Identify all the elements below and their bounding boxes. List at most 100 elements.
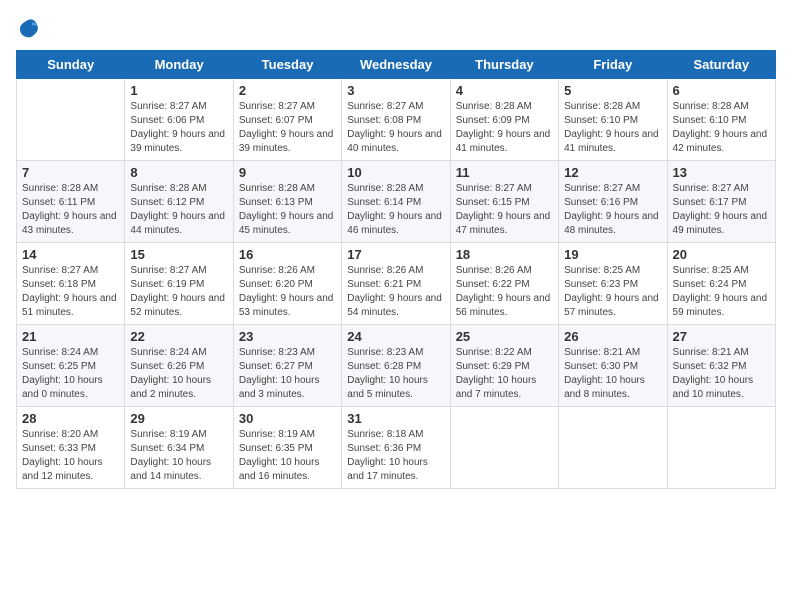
calendar-cell: 26 Sunrise: 8:21 AMSunset: 6:30 PMDayligh…: [559, 325, 667, 407]
calendar-cell: 11 Sunrise: 8:27 AMSunset: 6:15 PMDayligh…: [450, 161, 558, 243]
calendar-cell: 30 Sunrise: 8:19 AMSunset: 6:35 PMDayligh…: [233, 407, 341, 489]
day-info: Sunrise: 8:28 AMSunset: 6:14 PMDaylight:…: [347, 182, 444, 238]
day-number: 20: [673, 247, 770, 262]
day-info: Sunrise: 8:21 AMSunset: 6:30 PMDaylight:…: [564, 346, 661, 402]
day-info: Sunrise: 8:28 AMSunset: 6:10 PMDaylight:…: [564, 100, 661, 156]
day-info: Sunrise: 8:25 AMSunset: 6:24 PMDaylight:…: [673, 264, 770, 320]
day-number: 16: [239, 247, 336, 262]
day-info: Sunrise: 8:27 AMSunset: 6:07 PMDaylight:…: [239, 100, 336, 156]
col-header-saturday: Saturday: [667, 51, 775, 79]
day-number: 5: [564, 83, 661, 98]
day-number: 8: [130, 165, 227, 180]
day-number: 13: [673, 165, 770, 180]
col-header-tuesday: Tuesday: [233, 51, 341, 79]
calendar-cell: 17 Sunrise: 8:26 AMSunset: 6:21 PMDayligh…: [342, 243, 450, 325]
day-number: 30: [239, 411, 336, 426]
page-header: [16, 16, 776, 40]
day-number: 2: [239, 83, 336, 98]
calendar-cell: 6Sunrise: 8:28 AMSunset: 6:10 PMDaylight…: [667, 79, 775, 161]
calendar-cell: 1Sunrise: 8:27 AMSunset: 6:06 PMDaylight…: [125, 79, 233, 161]
day-number: 10: [347, 165, 444, 180]
calendar-cell: 15 Sunrise: 8:27 AMSunset: 6:19 PMDayligh…: [125, 243, 233, 325]
day-number: 29: [130, 411, 227, 426]
day-info: Sunrise: 8:26 AMSunset: 6:21 PMDaylight:…: [347, 264, 444, 320]
day-info: Sunrise: 8:28 AMSunset: 6:13 PMDaylight:…: [239, 182, 336, 238]
day-info: Sunrise: 8:18 AMSunset: 6:36 PMDaylight:…: [347, 428, 444, 484]
calendar-cell: 29 Sunrise: 8:19 AMSunset: 6:34 PMDayligh…: [125, 407, 233, 489]
calendar-cell: 14 Sunrise: 8:27 AMSunset: 6:18 PMDayligh…: [17, 243, 125, 325]
day-number: 1: [130, 83, 227, 98]
calendar-cell: 16 Sunrise: 8:26 AMSunset: 6:20 PMDayligh…: [233, 243, 341, 325]
calendar-cell: 23Sunrise: 8:23 AMSunset: 6:27 PMDayligh…: [233, 325, 341, 407]
day-info: Sunrise: 8:28 AMSunset: 6:10 PMDaylight:…: [673, 100, 770, 156]
day-info: Sunrise: 8:27 AMSunset: 6:16 PMDaylight:…: [564, 182, 661, 238]
calendar-cell: [17, 79, 125, 161]
calendar-week-row: 7Sunrise: 8:28 AMSunset: 6:11 PMDaylight…: [17, 161, 776, 243]
calendar-cell: 21 Sunrise: 8:24 AMSunset: 6:25 PMDayligh…: [17, 325, 125, 407]
day-number: 26: [564, 329, 661, 344]
day-info: Sunrise: 8:20 AMSunset: 6:33 PMDaylight:…: [22, 428, 119, 484]
calendar-cell: 20 Sunrise: 8:25 AMSunset: 6:24 PMDayligh…: [667, 243, 775, 325]
day-number: 28: [22, 411, 119, 426]
calendar-cell: 12Sunrise: 8:27 AMSunset: 6:16 PMDayligh…: [559, 161, 667, 243]
calendar-cell: 3 Sunrise: 8:27 AMSunset: 6:08 PMDaylight…: [342, 79, 450, 161]
calendar-week-row: 1Sunrise: 8:27 AMSunset: 6:06 PMDaylight…: [17, 79, 776, 161]
day-info: Sunrise: 8:27 AMSunset: 6:18 PMDaylight:…: [22, 264, 119, 320]
day-number: 17: [347, 247, 444, 262]
calendar-cell: 19 Sunrise: 8:25 AMSunset: 6:23 PMDayligh…: [559, 243, 667, 325]
calendar-week-row: 14 Sunrise: 8:27 AMSunset: 6:18 PMDayligh…: [17, 243, 776, 325]
day-number: 31: [347, 411, 444, 426]
calendar-cell: 2 Sunrise: 8:27 AMSunset: 6:07 PMDaylight…: [233, 79, 341, 161]
calendar-cell: 24Sunrise: 8:23 AMSunset: 6:28 PMDayligh…: [342, 325, 450, 407]
logo-icon: [16, 16, 40, 40]
calendar-cell: 10 Sunrise: 8:28 AMSunset: 6:14 PMDayligh…: [342, 161, 450, 243]
day-info: Sunrise: 8:19 AMSunset: 6:35 PMDaylight:…: [239, 428, 336, 484]
calendar-cell: [559, 407, 667, 489]
day-number: 25: [456, 329, 553, 344]
day-info: Sunrise: 8:27 AMSunset: 6:15 PMDaylight:…: [456, 182, 553, 238]
day-number: 9: [239, 165, 336, 180]
calendar-cell: 28 Sunrise: 8:20 AMSunset: 6:33 PMDayligh…: [17, 407, 125, 489]
calendar-week-row: 28 Sunrise: 8:20 AMSunset: 6:33 PMDayligh…: [17, 407, 776, 489]
col-header-monday: Monday: [125, 51, 233, 79]
day-number: 11: [456, 165, 553, 180]
calendar-cell: 27Sunrise: 8:21 AMSunset: 6:32 PMDayligh…: [667, 325, 775, 407]
day-info: Sunrise: 8:27 AMSunset: 6:19 PMDaylight:…: [130, 264, 227, 320]
day-info: Sunrise: 8:28 AMSunset: 6:11 PMDaylight:…: [22, 182, 119, 238]
day-info: Sunrise: 8:28 AMSunset: 6:12 PMDaylight:…: [130, 182, 227, 238]
calendar-header-row: SundayMondayTuesdayWednesdayThursdayFrid…: [17, 51, 776, 79]
day-info: Sunrise: 8:23 AMSunset: 6:27 PMDaylight:…: [239, 346, 336, 402]
day-info: Sunrise: 8:28 AMSunset: 6:09 PMDaylight:…: [456, 100, 553, 156]
day-info: Sunrise: 8:26 AMSunset: 6:22 PMDaylight:…: [456, 264, 553, 320]
calendar-cell: 18 Sunrise: 8:26 AMSunset: 6:22 PMDayligh…: [450, 243, 558, 325]
calendar-cell: [667, 407, 775, 489]
day-info: Sunrise: 8:27 AMSunset: 6:17 PMDaylight:…: [673, 182, 770, 238]
day-info: Sunrise: 8:27 AMSunset: 6:08 PMDaylight:…: [347, 100, 444, 156]
col-header-wednesday: Wednesday: [342, 51, 450, 79]
calendar-cell: 13 Sunrise: 8:27 AMSunset: 6:17 PMDayligh…: [667, 161, 775, 243]
day-number: 19: [564, 247, 661, 262]
day-number: 22: [130, 329, 227, 344]
day-number: 27: [673, 329, 770, 344]
calendar-table: SundayMondayTuesdayWednesdayThursdayFrid…: [16, 50, 776, 489]
col-header-thursday: Thursday: [450, 51, 558, 79]
day-number: 21: [22, 329, 119, 344]
calendar-cell: 8 Sunrise: 8:28 AMSunset: 6:12 PMDaylight…: [125, 161, 233, 243]
day-info: Sunrise: 8:24 AMSunset: 6:25 PMDaylight:…: [22, 346, 119, 402]
calendar-cell: [450, 407, 558, 489]
day-number: 14: [22, 247, 119, 262]
day-info: Sunrise: 8:24 AMSunset: 6:26 PMDaylight:…: [130, 346, 227, 402]
day-info: Sunrise: 8:22 AMSunset: 6:29 PMDaylight:…: [456, 346, 553, 402]
day-info: Sunrise: 8:19 AMSunset: 6:34 PMDaylight:…: [130, 428, 227, 484]
calendar-cell: 31 Sunrise: 8:18 AMSunset: 6:36 PMDayligh…: [342, 407, 450, 489]
calendar-week-row: 21 Sunrise: 8:24 AMSunset: 6:25 PMDayligh…: [17, 325, 776, 407]
day-info: Sunrise: 8:25 AMSunset: 6:23 PMDaylight:…: [564, 264, 661, 320]
calendar-cell: 4 Sunrise: 8:28 AMSunset: 6:09 PMDaylight…: [450, 79, 558, 161]
col-header-friday: Friday: [559, 51, 667, 79]
day-number: 18: [456, 247, 553, 262]
day-number: 15: [130, 247, 227, 262]
day-number: 3: [347, 83, 444, 98]
day-number: 4: [456, 83, 553, 98]
day-info: Sunrise: 8:26 AMSunset: 6:20 PMDaylight:…: [239, 264, 336, 320]
calendar-cell: 22 Sunrise: 8:24 AMSunset: 6:26 PMDayligh…: [125, 325, 233, 407]
